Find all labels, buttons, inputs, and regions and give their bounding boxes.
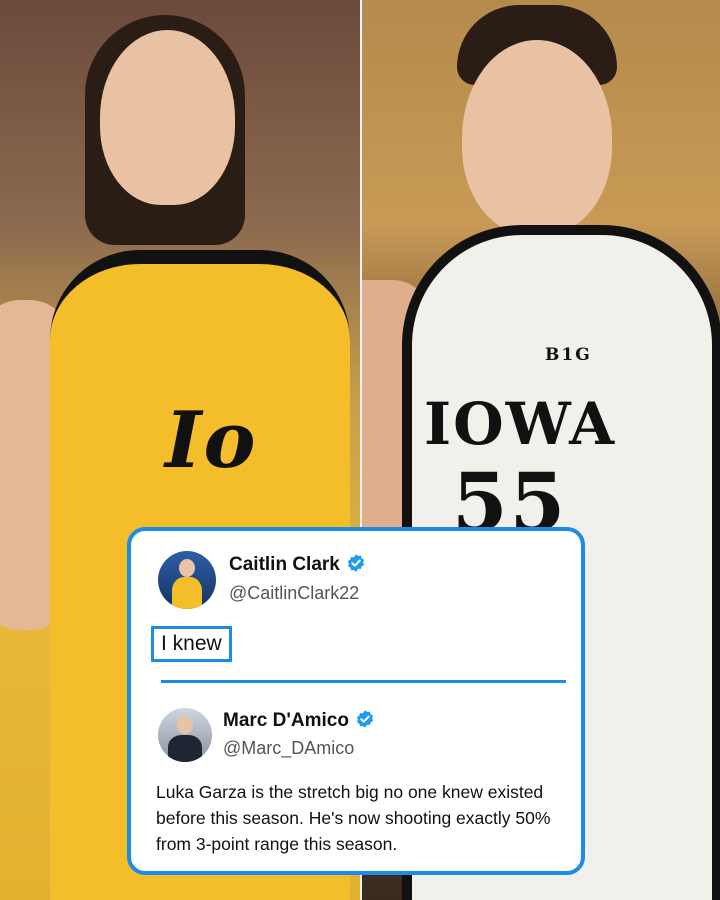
tweet-author-handle[interactable]: @CaitlinClark22: [229, 583, 359, 604]
conference-logo: B1G: [545, 345, 592, 365]
verified-badge-icon: [347, 554, 364, 572]
tweet-card: Caitlin Clark @CaitlinClark22 I knew Mar…: [127, 527, 585, 875]
jersey-lettering-left: Io: [165, 395, 258, 486]
quoted-tweet-text: Luka Garza is the stretch big no one kne…: [156, 782, 551, 854]
verified-badge-icon: [356, 710, 374, 728]
quoted-author-handle[interactable]: @Marc_DAmico: [223, 738, 354, 759]
tweet-text: I knew: [151, 626, 232, 662]
avatar-marc-damico[interactable]: [158, 708, 212, 762]
quoted-author-name[interactable]: Marc D'Amico: [223, 709, 375, 732]
jersey-lettering-right: IOWA: [424, 390, 617, 458]
quote-separator: [161, 680, 566, 683]
avatar-caitlin-clark[interactable]: [158, 551, 216, 609]
tweet-author-name[interactable]: Caitlin Clark: [229, 553, 366, 576]
